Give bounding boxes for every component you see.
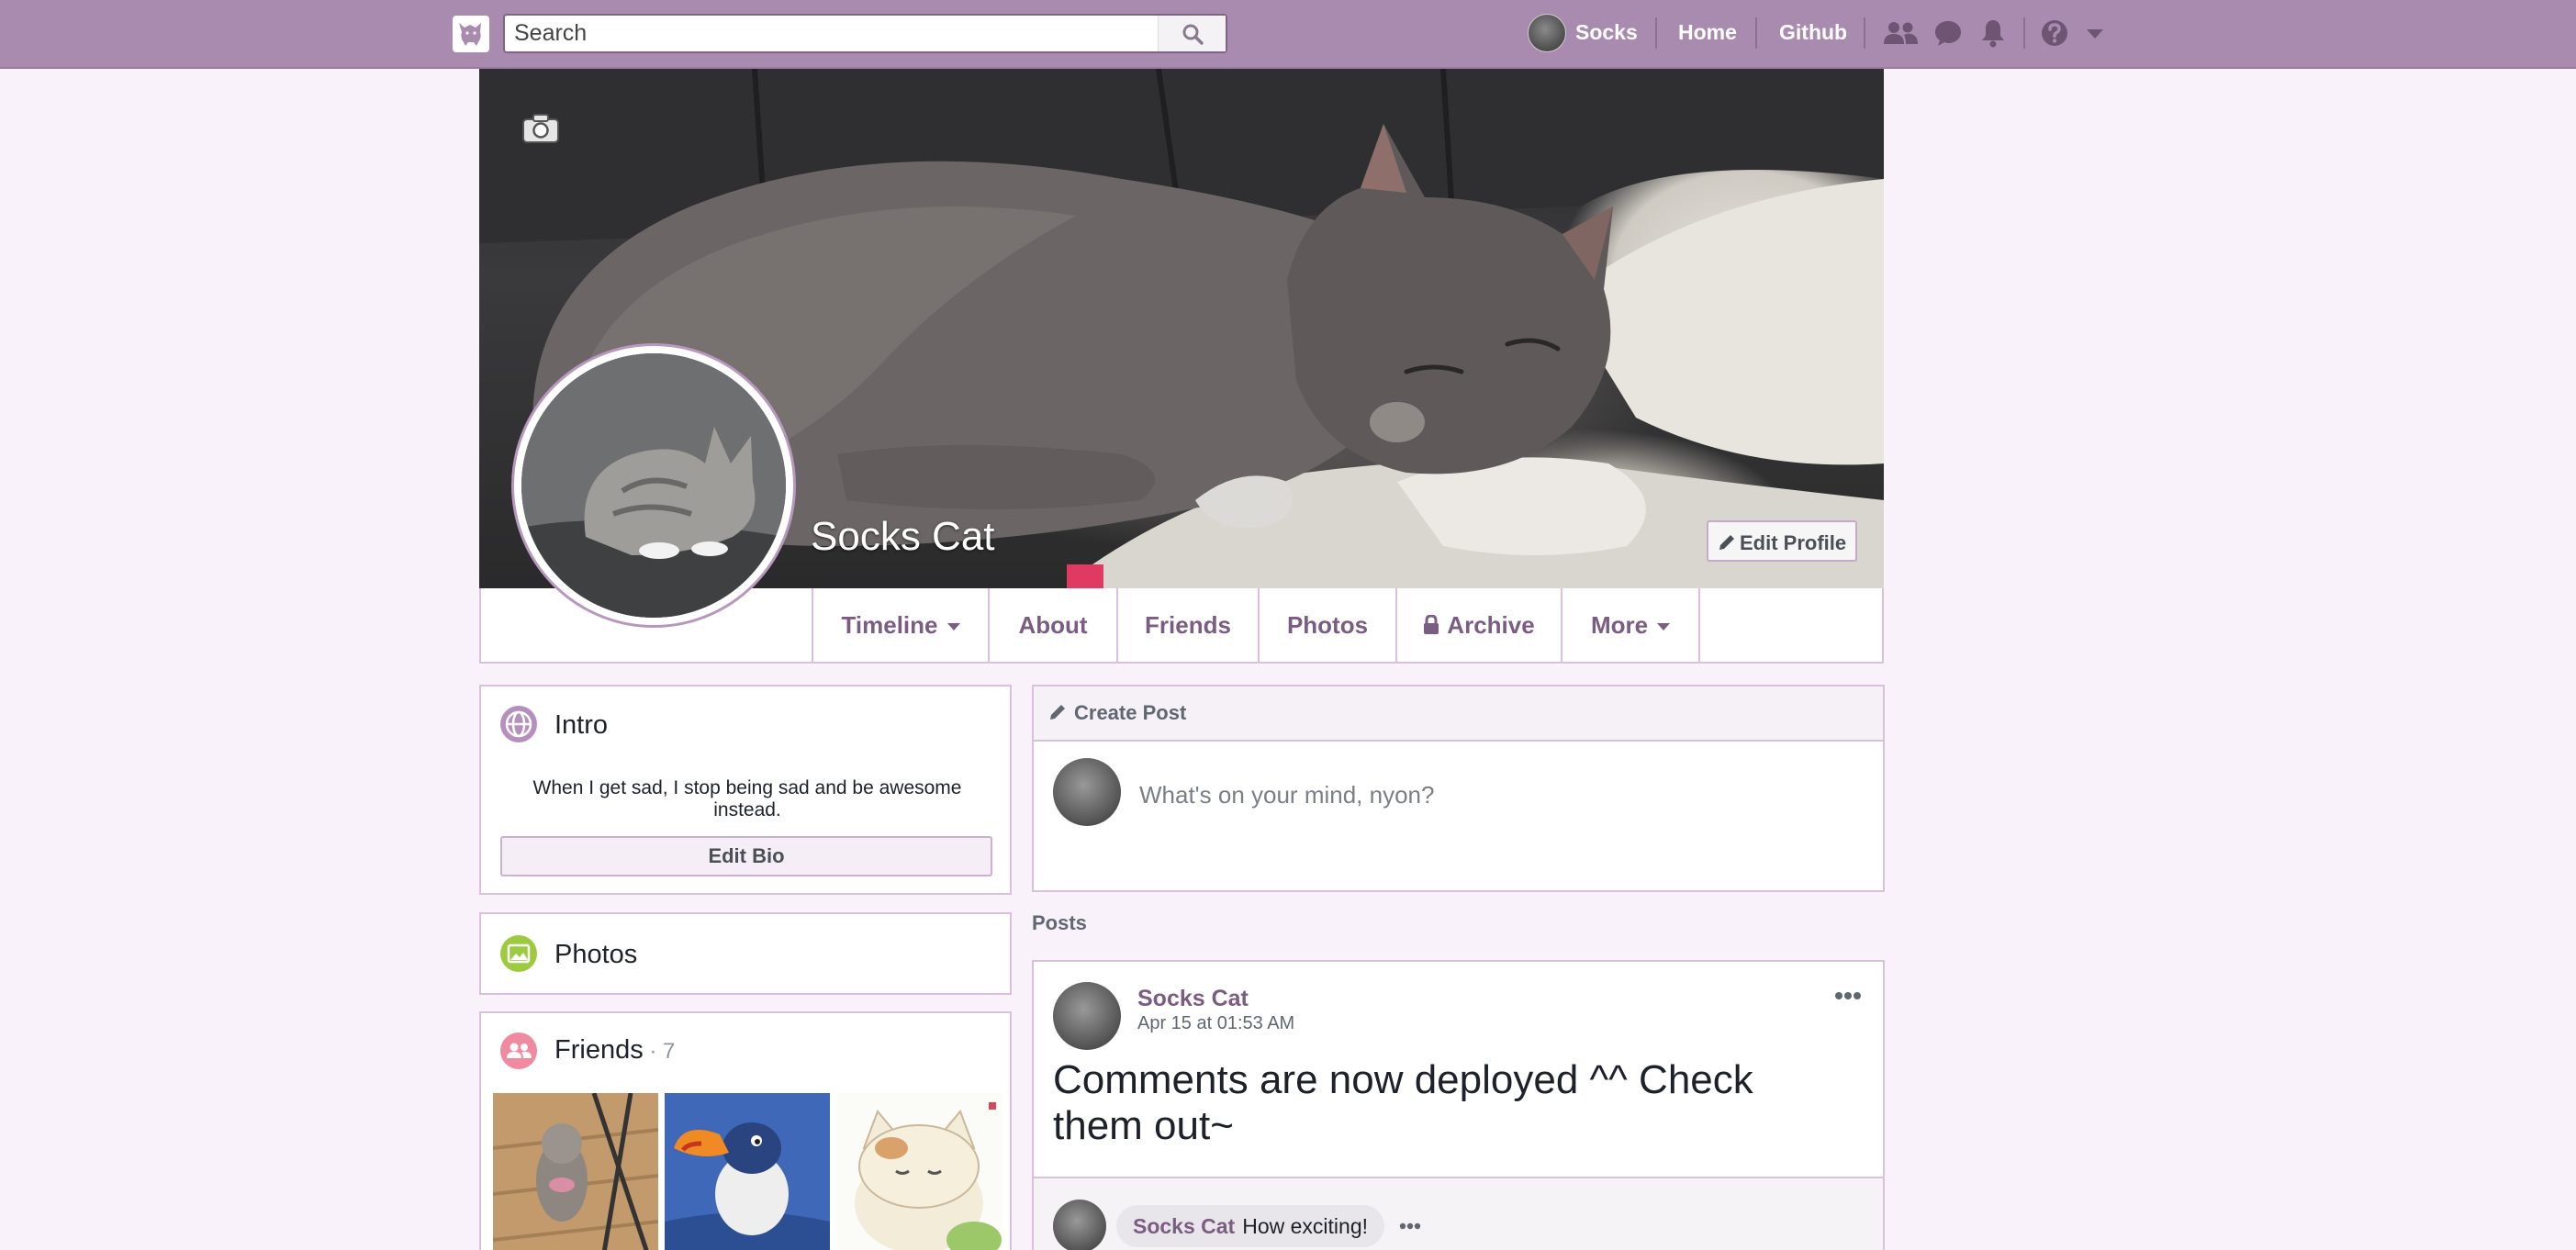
- comments-section: Socks Cat How exciting!: [1034, 1178, 1883, 1250]
- post-author-avatar[interactable]: [1053, 982, 1121, 1050]
- globe-icon: [500, 706, 537, 742]
- pencil-icon: [1050, 705, 1065, 720]
- user-avatar[interactable]: [1528, 14, 1566, 52]
- tab-label: Timeline: [841, 611, 938, 639]
- tab-label: About: [1018, 611, 1088, 639]
- tab-timeline[interactable]: Timeline: [812, 588, 988, 662]
- friend-thumbnail[interactable]: [665, 1093, 830, 1250]
- comment-options-icon[interactable]: [1399, 1222, 1421, 1230]
- friend-thumbnail[interactable]: [836, 1093, 1002, 1250]
- avatar: [1053, 758, 1121, 826]
- profile-name: Socks Cat: [811, 514, 995, 559]
- comment-author-avatar[interactable]: [1053, 1200, 1106, 1250]
- top-navigation-bar: Socks Home Github: [0, 0, 2576, 69]
- intro-title: Intro: [554, 710, 609, 740]
- posts-section-label: Posts: [1032, 911, 1087, 934]
- friends-people-icon: [500, 1032, 537, 1069]
- post-timestamp[interactable]: Apr 15 at 01:53 AM: [1137, 1013, 1294, 1034]
- tab-more[interactable]: More: [1561, 588, 1700, 662]
- intro-bio-text: When I get sad, I stop being sad and be …: [532, 777, 962, 820]
- site-logo[interactable]: [453, 16, 489, 52]
- nav-divider: [1755, 17, 1757, 49]
- friends-title-label: Friends: [554, 1035, 644, 1065]
- tab-about[interactable]: About: [988, 588, 1116, 662]
- tab-label: More: [1590, 611, 1649, 639]
- friend-thumbnail[interactable]: [493, 1093, 658, 1250]
- post-body-text: Comments are now deployed ^^ Check them …: [1053, 1057, 1753, 1148]
- friend-photo-cartoon-bird: [665, 1093, 830, 1250]
- friends-card: Friends · 7: [479, 1011, 1012, 1250]
- tab-label: Friends: [1145, 611, 1231, 639]
- home-link[interactable]: Home: [1678, 20, 1737, 45]
- tab-label: Photos: [1286, 611, 1369, 639]
- tab-photos[interactable]: Photos: [1258, 588, 1395, 662]
- nav-divider: [1655, 17, 1657, 49]
- edit-profile-label: Edit Profile: [1740, 531, 1847, 554]
- search-button[interactable]: [1158, 16, 1226, 51]
- user-profile-link[interactable]: Socks: [1575, 20, 1638, 45]
- lock-icon: [1424, 614, 1439, 634]
- chevron-down-icon: [946, 623, 960, 631]
- friend-photo-cartoon-cat: [836, 1093, 1002, 1250]
- more-options-icon[interactable]: [1834, 991, 1862, 1000]
- comment-bubble: Socks Cat How exciting!: [1116, 1205, 1384, 1247]
- photos-card: Photos: [479, 912, 1012, 995]
- tab-friends[interactable]: Friends: [1116, 588, 1258, 662]
- create-post-card: Create Post: [1032, 685, 1885, 892]
- nav-divider: [1864, 17, 1865, 49]
- help-icon[interactable]: [2040, 18, 2069, 48]
- friends-count: · 7: [643, 1039, 676, 1064]
- pencil-icon: [1719, 535, 1734, 550]
- intro-card: Intro When I get sad, I stop being sad a…: [479, 685, 1012, 895]
- search-input[interactable]: [505, 16, 1157, 51]
- post-author-name[interactable]: Socks Cat: [1137, 986, 1249, 1012]
- account-menu-chevron-down-icon[interactable]: [2086, 28, 2104, 39]
- photo-image-icon: [500, 935, 537, 972]
- github-link[interactable]: Github: [1779, 20, 1847, 45]
- friend-requests-icon[interactable]: [1882, 19, 1919, 47]
- chevron-down-icon: [1657, 623, 1671, 631]
- friends-title[interactable]: Friends · 7: [554, 1035, 675, 1066]
- tab-archive[interactable]: Archive: [1395, 588, 1561, 662]
- cat-logo-icon: [459, 23, 481, 46]
- search-box: [503, 14, 1227, 53]
- kitten-illustration: [521, 353, 786, 618]
- edit-bio-button[interactable]: Edit Bio: [500, 836, 992, 876]
- create-post-label: Create Post: [1074, 701, 1187, 724]
- friend-photo-cat-on-floor: [493, 1093, 658, 1250]
- nav-divider: [2023, 17, 2025, 49]
- notifications-bell-icon[interactable]: [1980, 18, 2006, 48]
- comment-text: How exciting!: [1242, 1214, 1368, 1238]
- create-post-header[interactable]: Create Post: [1034, 686, 1883, 742]
- post-composer-input[interactable]: [1139, 776, 1855, 813]
- comment-author-name[interactable]: Socks Cat: [1133, 1214, 1235, 1238]
- messages-icon[interactable]: [1933, 19, 1963, 47]
- search-icon: [1182, 24, 1204, 45]
- post-card: Socks Cat Apr 15 at 01:53 AM Comments ar…: [1032, 960, 1885, 1250]
- tab-label: Archive: [1447, 611, 1535, 639]
- photos-title[interactable]: Photos: [554, 940, 637, 970]
- profile-picture-image: [521, 353, 786, 618]
- edit-profile-button[interactable]: Edit Profile: [1707, 520, 1857, 562]
- update-cover-camera-icon[interactable]: [521, 113, 560, 144]
- profile-picture[interactable]: [511, 343, 796, 628]
